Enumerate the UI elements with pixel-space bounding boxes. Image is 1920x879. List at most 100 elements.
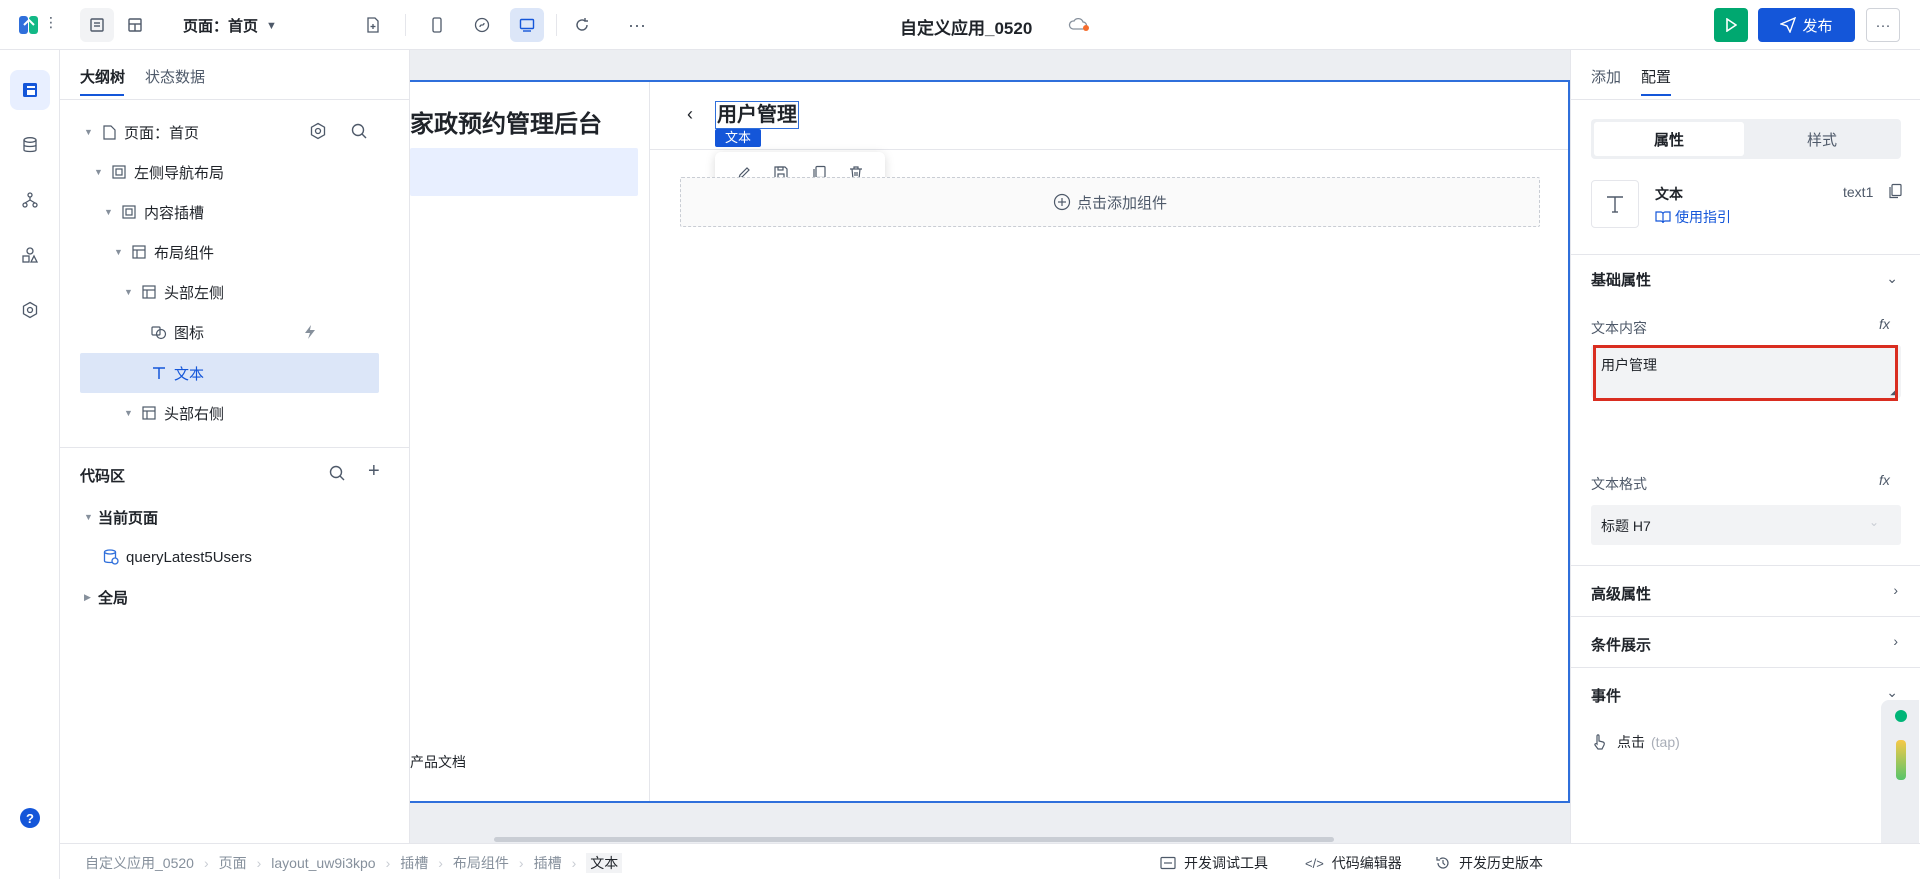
page-selector[interactable]: 页面：首页 ▼ — [183, 15, 277, 36]
more-horizontal-icon[interactable]: ··· — [620, 8, 654, 42]
text-format-select[interactable]: 标题 H7 ⌄ — [1591, 505, 1901, 545]
seg-style[interactable]: 样式 — [1746, 122, 1898, 156]
tree-node-label: 文本 — [174, 365, 205, 383]
tab-add[interactable]: 添加 — [1591, 66, 1621, 87]
tree-node-header-left[interactable]: ▼ 头部左侧 — [124, 272, 224, 312]
tab-config[interactable]: 配置 — [1641, 66, 1671, 87]
tree-node-label: 内容插槽 — [144, 204, 205, 222]
terminal-icon — [1160, 856, 1176, 870]
tree-node-layout-component[interactable]: ▼ 布局组件 — [114, 232, 214, 272]
preview-header-text-selected[interactable]: 用户管理 — [715, 101, 799, 129]
dev-tools-button[interactable]: 开发调试工具 — [1160, 853, 1268, 873]
code-current-page[interactable]: ▼ 当前页面 — [84, 497, 158, 537]
selected-component-tag: 文本 — [715, 129, 762, 147]
tree-node-left-nav-layout[interactable]: ▼ 左侧导航布局 — [94, 152, 224, 192]
config-panel: 添加 配置 属性 样式 文本 text1 使用指引 基础属性 ⌄ 文本内容 fx… — [1570, 50, 1920, 850]
add-component-placeholder[interactable]: 点击添加组件 — [680, 177, 1540, 227]
fx-icon[interactable]: fx — [1879, 472, 1890, 488]
chevron-down-icon[interactable]: ⌄ — [1886, 684, 1898, 701]
tab-outline-tree[interactable]: 大纲树 — [80, 66, 125, 87]
breadcrumb: 自定义应用_0520 › 页面 › layout_uw9i3kpo › 插槽 › 布局组… — [85, 853, 623, 873]
help-icon[interactable]: ? — [20, 808, 40, 828]
tree-node-content-slot[interactable]: ▼ 内容插槽 — [104, 192, 204, 232]
breadcrumb-item[interactable]: layout_uw9i3kpo — [271, 855, 375, 871]
preview-sidebar: 家政预约管理后台 产品文档 — [410, 82, 650, 801]
breadcrumb-item[interactable]: 页面 — [219, 853, 247, 873]
copy-id-icon[interactable] — [1887, 183, 1903, 203]
run-button[interactable] — [1714, 8, 1748, 42]
tree-search-icon[interactable] — [350, 122, 368, 144]
page-canvas[interactable]: 家政预约管理后台 产品文档 ‹ 用户管理 文本 点击添加组件 — [410, 80, 1570, 803]
dev-tools-label: 开发调试工具 — [1184, 855, 1268, 871]
app-logo[interactable] — [18, 14, 40, 36]
database-icon[interactable] — [10, 125, 50, 165]
events-header[interactable]: 事件 — [1591, 685, 1621, 706]
tree-node-label: 头部左侧 — [164, 284, 225, 302]
shapes-icon — [148, 324, 170, 340]
outline-view-icon[interactable] — [80, 8, 114, 42]
tab-state-data[interactable]: 状态数据 — [145, 66, 205, 87]
caret-down-icon[interactable]: ▼ — [114, 247, 128, 257]
workflow-icon[interactable] — [10, 180, 50, 220]
conditional-display-header[interactable]: 条件展示 — [1591, 634, 1651, 655]
page-settings-icon[interactable] — [309, 122, 327, 144]
add-code-icon[interactable]: + — [368, 460, 380, 483]
chevron-down-icon[interactable]: ⌄ — [1886, 270, 1898, 287]
caret-down-icon[interactable]: ▼ — [84, 512, 98, 522]
add-page-icon[interactable] — [356, 8, 390, 42]
miniprogram-preview-icon[interactable] — [465, 8, 499, 42]
chevron-right-icon[interactable]: › — [1893, 582, 1898, 598]
caret-down-icon[interactable]: ▼ — [94, 167, 108, 177]
components-icon[interactable] — [10, 235, 50, 275]
layout-view-icon[interactable] — [118, 8, 152, 42]
play-icon — [1726, 18, 1737, 32]
publish-button[interactable]: 发布 — [1758, 8, 1855, 42]
fx-icon[interactable]: fx — [1879, 316, 1890, 332]
caret-down-icon[interactable]: ▼ — [124, 287, 138, 297]
caret-right-icon[interactable]: ▶ — [84, 592, 98, 603]
caret-down-icon[interactable]: ▼ — [124, 408, 138, 418]
breadcrumb-item-current[interactable]: 文本 — [586, 853, 623, 873]
chevron-right-icon[interactable]: › — [1893, 633, 1898, 649]
tree-node-page[interactable]: ▼ 页面：首页 — [84, 112, 384, 152]
mobile-preview-icon[interactable] — [420, 8, 454, 42]
breadcrumb-item[interactable]: 插槽 — [534, 853, 562, 873]
app-menu-dots-icon[interactable]: ⋮ — [44, 14, 58, 31]
caret-down-icon[interactable]: ▼ — [84, 127, 98, 137]
settings-hexagon-icon[interactable] — [10, 290, 50, 330]
cloud-sync-icon[interactable] — [1068, 15, 1090, 37]
code-query-item[interactable]: queryLatest5Users — [100, 537, 252, 577]
bottom-bar: 自定义应用_0520 › 页面 › layout_uw9i3kpo › 插槽 › 布局组… — [60, 843, 1920, 879]
refresh-icon[interactable] — [565, 8, 599, 42]
component-name: 文本 — [1655, 186, 1683, 202]
caret-down-icon[interactable]: ▼ — [104, 207, 118, 217]
tree-node-text-selected[interactable]: 文本 — [148, 353, 378, 393]
code-editor-button[interactable]: </> 代码编辑器 — [1305, 853, 1402, 873]
code-editor-label: 代码编辑器 — [1331, 855, 1402, 871]
network-monitor-widget[interactable] — [1881, 700, 1919, 850]
code-search-icon[interactable] — [328, 464, 346, 486]
advanced-props-header[interactable]: 高级属性 — [1591, 583, 1651, 604]
guide-link[interactable]: 使用指引 — [1655, 207, 1731, 227]
tree-node-icon[interactable]: 图标 — [148, 312, 388, 352]
event-tap-item[interactable]: 点击 (tap) — [1591, 732, 1680, 752]
tree-node-header-right[interactable]: ▼ 头部右侧 — [124, 393, 224, 433]
preview-docs-link[interactable]: 产品文档 — [410, 752, 466, 772]
canvas-horizontal-scrollbar[interactable] — [494, 837, 1334, 842]
basic-props-header[interactable]: 基础属性 — [1591, 269, 1651, 290]
tree-node-label: 布局组件 — [154, 244, 215, 262]
more-menu-button[interactable]: ··· — [1866, 8, 1900, 42]
back-chevron-icon[interactable]: ‹ — [687, 104, 693, 125]
desktop-preview-icon[interactable] — [510, 8, 544, 42]
lightning-icon[interactable] — [303, 324, 317, 343]
component-id: text1 — [1843, 184, 1874, 200]
layout-icon — [138, 285, 160, 299]
outline-panel-icon[interactable] — [10, 70, 50, 110]
breadcrumb-item[interactable]: 插槽 — [400, 853, 428, 873]
breadcrumb-item[interactable]: 布局组件 — [453, 853, 509, 873]
code-global[interactable]: ▶ 全局 — [84, 577, 128, 617]
seg-properties[interactable]: 属性 — [1594, 122, 1744, 156]
preview-nav-item-active[interactable] — [410, 148, 638, 196]
breadcrumb-item[interactable]: 自定义应用_0520 — [85, 853, 194, 873]
history-button[interactable]: 开发历史版本 — [1435, 853, 1543, 873]
